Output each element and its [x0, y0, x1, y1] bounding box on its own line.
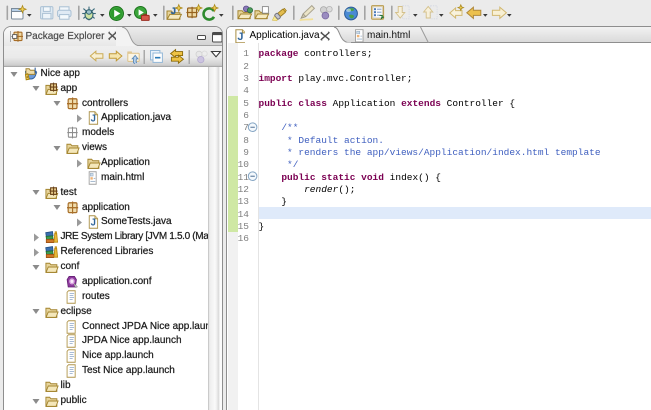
svg-text:J: J [171, 6, 176, 17]
